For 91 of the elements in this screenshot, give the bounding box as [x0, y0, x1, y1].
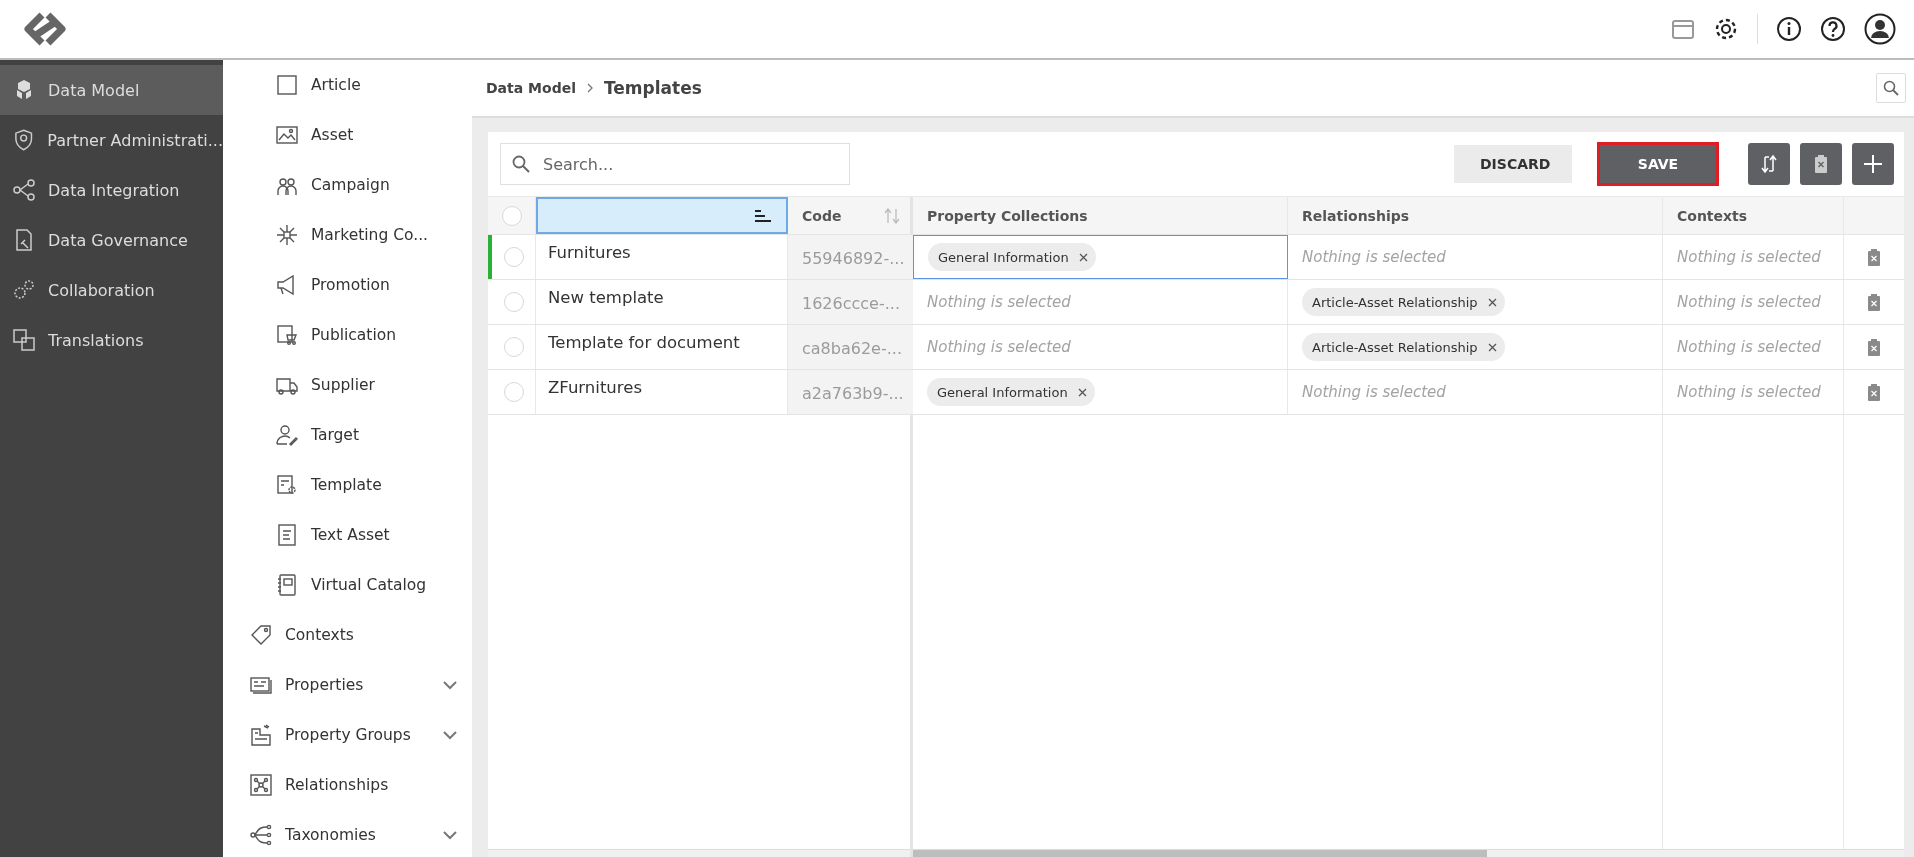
- plus-icon: [1861, 152, 1885, 176]
- notebook-icon: [275, 573, 299, 597]
- form-stack-icon: [249, 723, 273, 747]
- table-cell: 55946892-...: [788, 235, 913, 279]
- info-icon[interactable]: [1776, 16, 1802, 42]
- chevron-right-icon: [585, 83, 594, 93]
- nav-item[interactable]: Supplier: [223, 360, 462, 410]
- sidebar-item[interactable]: Translations: [0, 315, 223, 365]
- nav-item[interactable]: Article: [223, 60, 462, 110]
- delete-icon[interactable]: [1867, 383, 1881, 401]
- sidebar-item[interactable]: Partner Administrati...: [0, 115, 223, 165]
- search-icon: [512, 155, 530, 173]
- nav-item[interactable]: Properties: [223, 660, 462, 710]
- empty-text: Nothing is selected: [927, 293, 1071, 311]
- nav-item[interactable]: Virtual Catalog: [223, 560, 462, 610]
- empty-text: Nothing is selected: [1677, 383, 1821, 401]
- chevron-down-icon[interactable]: [442, 730, 458, 740]
- column-header[interactable]: Code: [802, 207, 842, 224]
- row-checkbox[interactable]: [503, 382, 524, 402]
- nav-item[interactable]: Promotion: [223, 260, 462, 310]
- nav-item[interactable]: Contexts: [223, 610, 462, 660]
- table-cell: a2a763b9-...: [788, 370, 913, 414]
- column-header[interactable]: Property Collections: [913, 197, 1288, 234]
- text-document-icon: [275, 523, 299, 547]
- row-checkbox[interactable]: [503, 292, 524, 312]
- delete-icon[interactable]: [1867, 293, 1881, 311]
- avatar-icon[interactable]: [1864, 13, 1896, 45]
- empty-text: Nothing is selected: [1302, 383, 1446, 401]
- search-icon: [1883, 80, 1899, 96]
- sidebar-item[interactable]: Data Model: [0, 65, 223, 115]
- chevron-down-icon[interactable]: [442, 830, 458, 840]
- table-cell: ca8ba62e-...: [788, 325, 913, 369]
- scrollbar-thumb[interactable]: [913, 850, 1487, 857]
- search-button[interactable]: [1876, 73, 1906, 103]
- nav-item[interactable]: Publication: [223, 310, 462, 360]
- nav-item[interactable]: Text Asset: [223, 510, 462, 560]
- settings-icon[interactable]: [1713, 16, 1739, 42]
- molecule-icon: [249, 773, 273, 797]
- row-checkbox[interactable]: [503, 247, 524, 267]
- empty-text: Nothing is selected: [1302, 248, 1446, 266]
- tag-chip[interactable]: General Information: [928, 243, 1096, 271]
- nav-item[interactable]: Template: [223, 460, 462, 510]
- logo-icon[interactable]: [22, 11, 68, 47]
- save-button[interactable]: SAVE: [1600, 145, 1716, 183]
- tag-chip[interactable]: General Information: [927, 378, 1095, 406]
- share-icon: [12, 178, 36, 202]
- close-icon[interactable]: [1077, 387, 1087, 397]
- sidebar-item[interactable]: Data Integration: [0, 165, 223, 215]
- tag-chip[interactable]: Article-Asset Relationship: [1302, 288, 1505, 316]
- sort-lines-icon[interactable]: [754, 208, 772, 223]
- tag-icon: [249, 623, 273, 647]
- chevron-down-icon[interactable]: [442, 680, 458, 690]
- swap-button[interactable]: [1748, 143, 1790, 185]
- cart-icon: [275, 323, 299, 347]
- close-icon[interactable]: [1487, 297, 1497, 307]
- image-icon: [275, 123, 299, 147]
- empty-text: Nothing is selected: [1677, 248, 1821, 266]
- column-header[interactable]: Contexts: [1663, 197, 1844, 234]
- select-all-checkbox[interactable]: [501, 205, 522, 226]
- form-gear-icon: [275, 473, 299, 497]
- tag-chip[interactable]: Article-Asset Relationship: [1302, 333, 1505, 361]
- nav-item[interactable]: Target: [223, 410, 462, 460]
- sidebar-item[interactable]: Collaboration: [0, 265, 223, 315]
- nav-item[interactable]: Marketing Co...: [223, 210, 462, 260]
- breadcrumb-link[interactable]: Data Model: [486, 80, 576, 96]
- nav-item[interactable]: Relationships: [223, 760, 462, 810]
- nav-item[interactable]: Asset: [223, 110, 462, 160]
- close-icon[interactable]: [1487, 342, 1497, 352]
- user-pen-icon: [275, 423, 299, 447]
- page-title: Templates: [603, 78, 703, 98]
- delete-button[interactable]: [1800, 143, 1842, 185]
- search-field[interactable]: Search...: [500, 143, 850, 185]
- delete-icon[interactable]: [1867, 248, 1881, 266]
- nav-item[interactable]: Taxonomies: [223, 810, 462, 857]
- network-icon: [275, 223, 299, 247]
- table-cell: 1626ccce-...: [788, 280, 913, 324]
- nav-item[interactable]: Campaign: [223, 160, 462, 210]
- help-icon[interactable]: [1820, 16, 1846, 42]
- focused-cell[interactable]: General Information: [913, 235, 1288, 279]
- tree-icon: [249, 823, 273, 847]
- empty-text: Nothing is selected: [1677, 338, 1821, 356]
- delete-icon[interactable]: [1867, 338, 1881, 356]
- close-icon[interactable]: [1078, 252, 1088, 262]
- empty-text: Nothing is selected: [927, 338, 1071, 356]
- sidebar-item[interactable]: Data Governance: [0, 215, 223, 265]
- nav-item[interactable]: Property Groups: [223, 710, 462, 760]
- add-button[interactable]: [1852, 143, 1894, 185]
- row-checkbox[interactable]: [503, 337, 524, 357]
- column-header[interactable]: Relationships: [1288, 197, 1663, 234]
- discard-button[interactable]: DISCARD: [1454, 145, 1572, 183]
- empty-text: Nothing is selected: [1677, 293, 1821, 311]
